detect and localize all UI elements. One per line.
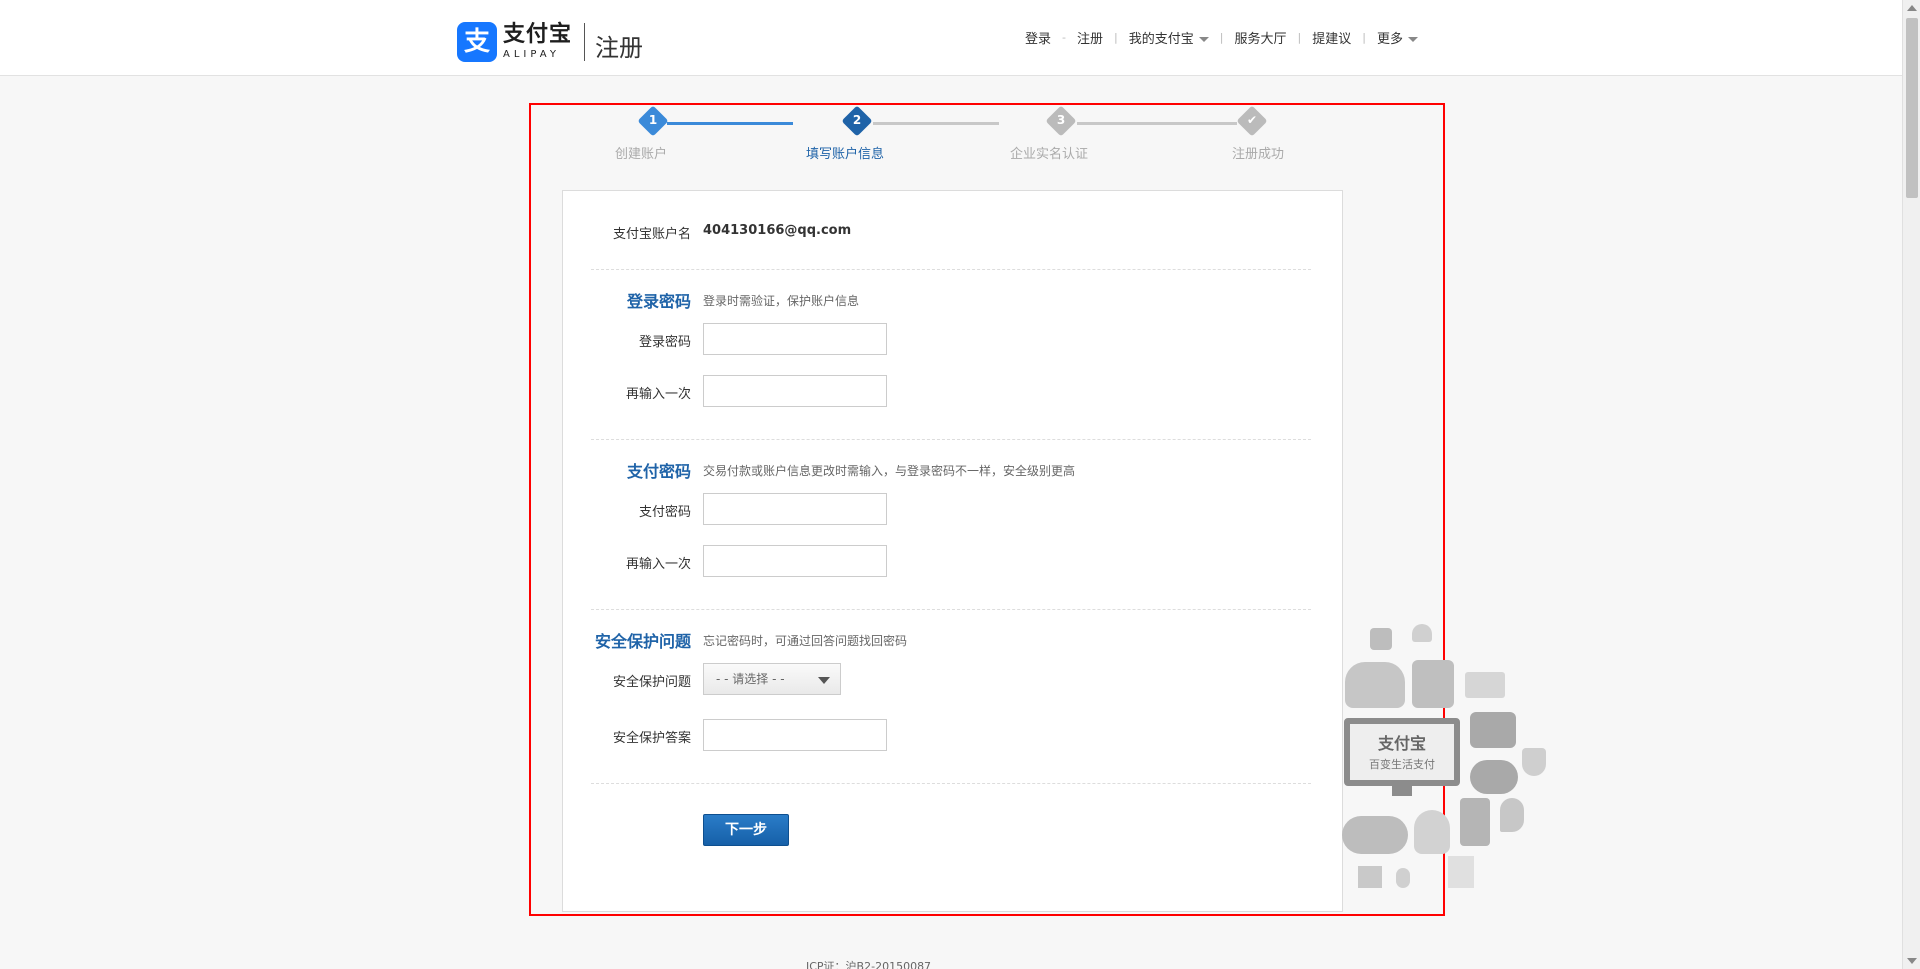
nav-more-menu[interactable]: 更多 xyxy=(1377,28,1418,47)
section-divider xyxy=(591,609,1311,610)
logo-brand-cn: 支付宝 xyxy=(503,21,573,47)
nav-my-alipay-menu[interactable]: 我的支付宝 xyxy=(1129,28,1209,47)
alipay-logo-icon: 支 xyxy=(457,21,497,62)
monitor-slogan: 百变生活支付 xyxy=(1369,758,1435,771)
scroll-down-arrow-icon[interactable] xyxy=(1907,958,1917,964)
login-password-confirm-label: 再输入一次 xyxy=(625,387,691,402)
step-2-number: 2 xyxy=(852,113,862,127)
pay-password-confirm-label: 再输入一次 xyxy=(625,557,691,572)
coffee-cup-icon xyxy=(1470,760,1518,794)
security-answer-input[interactable] xyxy=(703,719,887,751)
nav-separator: - xyxy=(1062,31,1066,44)
heart-icon xyxy=(1412,624,1432,642)
nav-separator: | xyxy=(1219,31,1224,44)
chevron-down-icon xyxy=(1198,37,1209,42)
login-password-hint: 登录时需验证，保护账户信息 xyxy=(703,294,860,308)
nav-separator: | xyxy=(1362,31,1366,44)
wallet-icon xyxy=(1470,712,1516,748)
step-connector-todo xyxy=(873,122,999,125)
nav-login-link[interactable]: 登录 xyxy=(1025,28,1051,47)
step-2-label: 填写账户信息 xyxy=(806,147,885,162)
footer-icp: ICP证：沪B2-20150087 xyxy=(806,960,932,969)
water-drop-icon xyxy=(1396,868,1410,888)
step-1-number: 1 xyxy=(648,113,658,127)
nav-my-alipay-label: 我的支付宝 xyxy=(1128,32,1194,47)
section-divider xyxy=(591,269,1311,270)
pay-password-confirm-input[interactable] xyxy=(703,545,887,577)
pay-password-hint: 交易付款或账户信息更改时需输入，与登录密码不一样，安全级别更高 xyxy=(703,464,1076,478)
nav-separator: | xyxy=(1297,31,1302,44)
chevron-down-icon xyxy=(1407,37,1418,42)
pay-password-label: 支付密码 xyxy=(638,505,691,520)
page-scrollbar[interactable] xyxy=(1902,0,1920,969)
login-password-confirm-input[interactable] xyxy=(703,375,887,407)
next-step-button[interactable]: 下一步 xyxy=(703,814,789,846)
page-title: 注册 xyxy=(595,34,644,62)
monitor-stand xyxy=(1392,786,1412,796)
step-connector-todo xyxy=(1077,122,1237,125)
step-4-label: 注册成功 xyxy=(1232,147,1285,162)
logo-brand-en: ALIPAY xyxy=(503,48,560,60)
security-answer-label: 安全保护答案 xyxy=(612,731,691,746)
monitor-brand: 支付宝 xyxy=(1377,734,1426,753)
security-question-selected: - - 请选择 - - xyxy=(716,672,785,686)
monitor-icon: 支付宝 百变生活支付 xyxy=(1344,718,1460,786)
registration-frame: 1 创建账户 2 填写账户信息 3 企业实名认证 ✔ 注册成功 支付宝账户名 4… xyxy=(529,103,1445,916)
login-password-section-title: 登录密码 xyxy=(626,292,691,311)
bulb-icon xyxy=(1414,810,1450,854)
pay-password-section-title: 支付密码 xyxy=(626,462,691,481)
check-icon: ✔ xyxy=(1246,113,1258,127)
nav-suggest-link[interactable]: 提建议 xyxy=(1312,28,1351,47)
pay-password-input[interactable] xyxy=(703,493,887,525)
dropdown-arrow-icon xyxy=(818,677,830,684)
card-icon xyxy=(1465,672,1505,698)
nav-more-label: 更多 xyxy=(1376,32,1403,47)
alipay-logo[interactable]: 支 支付宝 ALIPAY 注册 xyxy=(457,20,643,63)
step-3-label: 企业实名认证 xyxy=(1010,147,1089,162)
scroll-up-arrow-icon[interactable] xyxy=(1907,5,1917,11)
lock-icon xyxy=(1370,628,1392,650)
step-3-number: 3 xyxy=(1056,113,1066,127)
step-connector-done xyxy=(667,122,793,125)
nav-register-link[interactable]: 注册 xyxy=(1077,28,1103,47)
form-panel: 支付宝账户名 404130166@qq.com 登录密码 登录时需验证，保护账户… xyxy=(562,190,1343,912)
security-question-hint: 忘记密码时，可通过回答问题找回密码 xyxy=(703,634,908,648)
shield-icon xyxy=(1522,748,1546,776)
hands-icon xyxy=(1345,662,1405,708)
top-header: 支 支付宝 ALIPAY 注册 登录 - 注册 | 我的支付宝 | 服务大厅 |… xyxy=(0,0,1902,76)
bill-icon xyxy=(1448,856,1474,888)
account-name-label: 支付宝账户名 xyxy=(612,227,691,242)
top-nav: 登录 - 注册 | 我的支付宝 | 服务大厅 | 提建议 | 更多 xyxy=(1025,28,1418,47)
account-name-value: 404130166@qq.com xyxy=(703,223,852,238)
login-password-input[interactable] xyxy=(703,323,887,355)
scroll-thumb[interactable] xyxy=(1906,18,1918,198)
security-question-label: 安全保护问题 xyxy=(612,675,691,690)
security-question-section-title: 安全保护问题 xyxy=(594,632,691,651)
section-divider xyxy=(591,439,1311,440)
life-payment-illustration: 支付宝 百变生活支付 xyxy=(1340,620,1550,900)
section-divider xyxy=(591,783,1311,784)
phone-icon xyxy=(1460,798,1490,846)
nav-service-hall-link[interactable]: 服务大厅 xyxy=(1234,28,1286,47)
progress-steps: 1 创建账户 2 填写账户信息 3 企业实名认证 ✔ 注册成功 xyxy=(531,105,1443,175)
login-password-label: 登录密码 xyxy=(638,335,691,350)
building-icon xyxy=(1412,660,1454,708)
nav-separator: | xyxy=(1114,31,1118,44)
logo-divider xyxy=(584,22,586,61)
security-question-select[interactable]: - - 请选择 - - xyxy=(703,663,841,695)
step-1-label: 创建账户 xyxy=(615,147,668,162)
cloud-icon xyxy=(1342,816,1408,854)
calendar-icon xyxy=(1358,866,1382,888)
leaf-icon xyxy=(1500,798,1524,832)
